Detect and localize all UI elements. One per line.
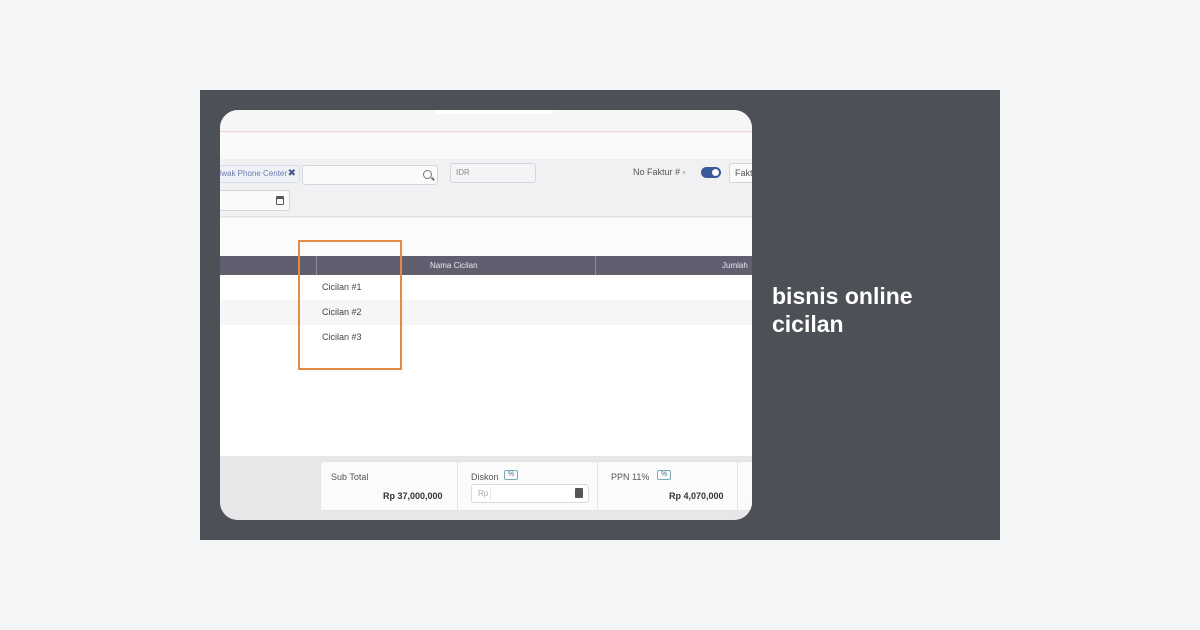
subtotal-value: Rp 37,000,000	[383, 491, 443, 501]
app-screenshot: Iwak Phone Center ✖ IDR No Faktur # ◦ Fa…	[220, 110, 752, 520]
search-icon[interactable]	[423, 170, 432, 179]
diskon-label: Diskon	[471, 472, 499, 482]
header-divider	[595, 256, 596, 275]
title-band	[220, 133, 752, 159]
filter-bar: Iwak Phone Center ✖ IDR No Faktur # ◦ Fa…	[220, 159, 752, 217]
active-tab[interactable]	[435, 110, 553, 114]
preview-card: Iwak Phone Center ✖ IDR No Faktur # ◦ Fa…	[200, 90, 1000, 540]
customer-chip[interactable]: Iwak Phone Center ✖	[220, 165, 300, 183]
totals-divider	[737, 462, 738, 510]
header-nama-cicilan[interactable]: Nama Cicilan	[430, 256, 478, 275]
currency-field[interactable]: IDR	[450, 163, 536, 183]
ppn-percent-toggle[interactable]: %	[657, 470, 671, 480]
calculator-icon[interactable]	[575, 488, 583, 498]
totals-footer: Sub Total Rp 37,000,000 Diskon % Rp PPN …	[220, 456, 752, 520]
date-field[interactable]	[220, 190, 290, 211]
nofaktur-label: No Faktur # ◦	[633, 167, 686, 177]
article-title[interactable]: bisnis online cicilan	[772, 282, 972, 338]
totals-divider	[457, 462, 458, 510]
totals-panel: Sub Total Rp 37,000,000 Diskon % Rp PPN …	[320, 461, 752, 511]
diskon-prefix-divider	[490, 487, 491, 500]
nofaktur-toggle[interactable]	[701, 167, 721, 178]
ppn-value: Rp 4,070,000	[669, 491, 724, 501]
customer-chip-label: Iwak Phone Center	[220, 169, 288, 178]
diskon-currency-prefix: Rp	[478, 489, 489, 498]
totals-divider	[597, 462, 598, 510]
header-jumlah[interactable]: Jumlah	[722, 256, 748, 275]
diskon-input[interactable]: Rp	[471, 484, 589, 503]
faktur-input[interactable]: Fakt	[729, 163, 752, 183]
subtotal-label: Sub Total	[331, 472, 369, 482]
calendar-icon[interactable]	[276, 196, 284, 205]
highlight-box	[298, 240, 402, 370]
close-icon[interactable]: ✖	[288, 166, 296, 182]
top-bar	[220, 110, 752, 132]
search-input[interactable]	[302, 165, 438, 185]
diskon-percent-toggle[interactable]: %	[504, 470, 518, 480]
ppn-label: PPN 11%	[611, 472, 650, 482]
